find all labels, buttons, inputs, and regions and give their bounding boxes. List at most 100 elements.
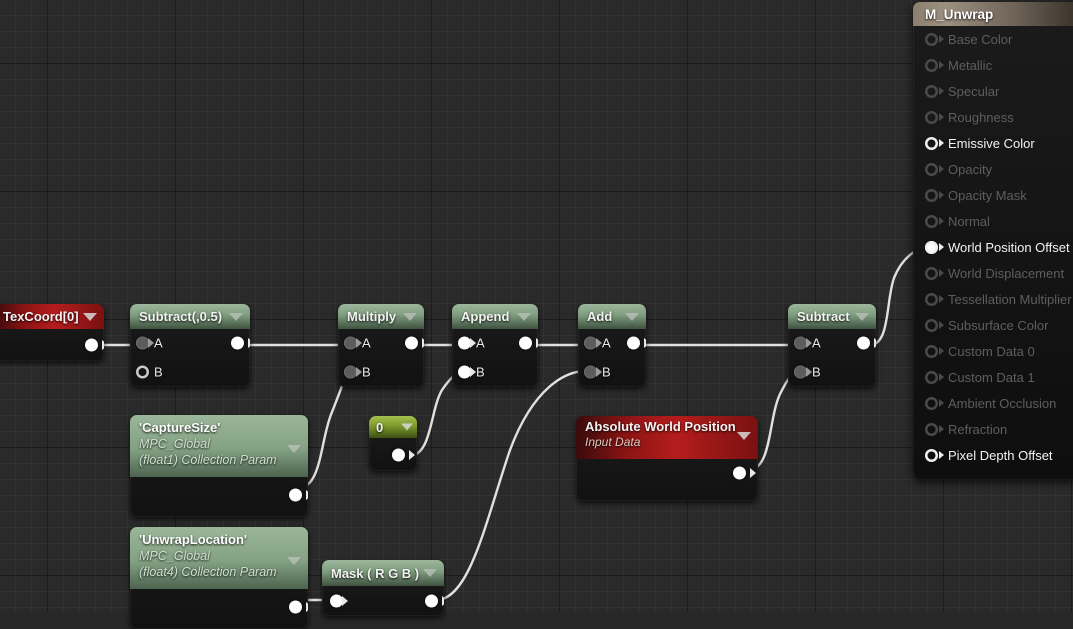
- output-pin[interactable]: [857, 336, 870, 350]
- node-constant-zero-body: [369, 438, 417, 471]
- material-output-label: Custom Data 0: [948, 343, 1035, 359]
- material-output-pin[interactable]: [925, 111, 938, 124]
- output-arrow-icon: [306, 602, 308, 612]
- material-output-label: Custom Data 1: [948, 369, 1035, 385]
- node-absolute-world-position[interactable]: Absolute World Position Input Data: [576, 416, 758, 501]
- output-arrow-icon: [874, 338, 876, 348]
- chevron-down-icon[interactable]: [625, 312, 639, 321]
- node-subtract-body: A B: [788, 329, 876, 387]
- material-output-row[interactable]: Metallic: [913, 52, 1073, 78]
- material-output-pin[interactable]: [925, 240, 938, 254]
- node-subtract-half[interactable]: Subtract(,0.5) A B: [130, 304, 250, 387]
- material-output-pin[interactable]: [925, 423, 938, 436]
- node-multiply-header[interactable]: Multiply: [338, 304, 424, 329]
- material-output-row[interactable]: Emissive Color: [913, 130, 1073, 156]
- chevron-down-icon[interactable]: [229, 312, 243, 321]
- material-output-row[interactable]: Tessellation Multiplier: [913, 286, 1073, 312]
- material-output-pin[interactable]: [925, 85, 938, 98]
- input-arrow-icon: [342, 596, 348, 606]
- node-append[interactable]: Append A B: [452, 304, 538, 387]
- node-add[interactable]: Add A B: [578, 304, 646, 387]
- material-output-row[interactable]: World Position Offset: [913, 234, 1073, 260]
- material-output-label: World Displacement: [948, 265, 1065, 281]
- node-texcoord[interactable]: TexCoord[0]: [0, 304, 104, 361]
- node-constant-zero-title: 0: [376, 419, 384, 435]
- material-output-pin[interactable]: [925, 189, 938, 202]
- node-subtract[interactable]: Subtract A B: [788, 304, 876, 387]
- node-capture-size[interactable]: 'CaptureSize' MPC_Global (float1) Collec…: [130, 415, 308, 517]
- material-output-row[interactable]: Normal: [913, 208, 1073, 234]
- chevron-down-icon[interactable]: [83, 312, 97, 321]
- material-output-pin[interactable]: [925, 33, 938, 46]
- node-texcoord-header[interactable]: TexCoord[0]: [0, 304, 104, 329]
- chevron-down-icon[interactable]: [855, 312, 869, 321]
- chevron-down-icon[interactable]: [423, 569, 437, 577]
- material-output-pin[interactable]: [925, 397, 938, 410]
- output-pin[interactable]: [405, 336, 418, 350]
- material-output-pin[interactable]: [925, 267, 938, 280]
- output-pin[interactable]: [289, 488, 302, 502]
- pin-arrow-icon: [939, 61, 944, 69]
- node-multiply[interactable]: Multiply A B: [338, 304, 424, 387]
- chevron-down-icon[interactable]: [287, 557, 301, 565]
- output-pin[interactable]: [519, 336, 532, 350]
- chevron-down-icon[interactable]: [737, 432, 751, 440]
- output-pin[interactable]: [392, 448, 405, 461]
- input-label-b: B: [812, 364, 821, 380]
- pin-arrow-icon: [939, 373, 944, 381]
- node-texcoord-body: [0, 329, 104, 361]
- material-output-row[interactable]: Opacity Mask: [913, 182, 1073, 208]
- node-append-header[interactable]: Append: [452, 304, 538, 329]
- node-constant-zero-header[interactable]: 0: [369, 416, 417, 438]
- material-output-pin[interactable]: [925, 215, 938, 228]
- material-output-row[interactable]: Subsurface Color: [913, 312, 1073, 338]
- material-output-node[interactable]: M_Unwrap Base Color Metallic Specular Rough…: [913, 2, 1073, 480]
- node-unwrap-location-name: 'UnwrapLocation': [139, 532, 248, 547]
- output-pin[interactable]: [425, 594, 438, 608]
- material-output-pin[interactable]: [925, 319, 938, 332]
- pin-arrow-icon: [939, 217, 944, 225]
- material-output-row[interactable]: Opacity: [913, 156, 1073, 182]
- chevron-down-icon[interactable]: [401, 423, 413, 431]
- node-add-header[interactable]: Add: [578, 304, 646, 329]
- material-output-row[interactable]: Custom Data 0: [913, 338, 1073, 364]
- material-output-row[interactable]: Roughness: [913, 104, 1073, 130]
- node-subtract-half-header[interactable]: Subtract(,0.5): [130, 304, 250, 329]
- node-mask-rgb-header[interactable]: Mask ( R G B ): [322, 560, 444, 586]
- node-unwrap-location[interactable]: 'UnwrapLocation' MPC_Global (float4) Col…: [130, 527, 308, 629]
- node-subtract-header[interactable]: Subtract: [788, 304, 876, 329]
- chevron-down-icon[interactable]: [287, 445, 301, 453]
- material-output-pin[interactable]: [925, 293, 938, 306]
- node-absolute-world-position-header[interactable]: Absolute World Position Input Data: [576, 416, 758, 459]
- output-pin[interactable]: [733, 466, 746, 480]
- chevron-down-icon[interactable]: [403, 312, 417, 321]
- input-pin-b[interactable]: [136, 366, 149, 379]
- node-row: B: [578, 357, 646, 387]
- material-output-row[interactable]: World Displacement: [913, 260, 1073, 286]
- material-output-pin[interactable]: [925, 345, 938, 358]
- material-output-label: Metallic: [948, 57, 993, 73]
- node-subtract-title: Subtract: [797, 309, 850, 324]
- node-mask-rgb[interactable]: Mask ( R G B ): [322, 560, 444, 616]
- material-output-row[interactable]: Base Color: [913, 26, 1073, 52]
- chevron-down-icon[interactable]: [517, 312, 531, 321]
- output-pin[interactable]: [231, 336, 244, 350]
- node-capture-size-header[interactable]: 'CaptureSize' MPC_Global (float1) Collec…: [130, 415, 308, 477]
- material-output-row[interactable]: Refraction: [913, 416, 1073, 442]
- material-output-pin[interactable]: [925, 449, 938, 462]
- material-output-pin[interactable]: [925, 163, 938, 176]
- node-unwrap-location-header[interactable]: 'UnwrapLocation' MPC_Global (float4) Col…: [130, 527, 308, 589]
- pin-arrow-icon: [939, 321, 944, 329]
- node-add-body: A B: [578, 329, 646, 387]
- material-output-row[interactable]: Specular: [913, 78, 1073, 104]
- material-output-pin[interactable]: [925, 137, 938, 150]
- output-pin[interactable]: [85, 338, 98, 352]
- material-output-row[interactable]: Ambient Occlusion: [913, 390, 1073, 416]
- material-output-pin[interactable]: [925, 371, 938, 384]
- material-output-row[interactable]: Pixel Depth Offset: [913, 442, 1073, 468]
- material-output-row[interactable]: Custom Data 1: [913, 364, 1073, 390]
- input-label-b: B: [476, 364, 485, 380]
- node-constant-zero[interactable]: 0: [369, 416, 417, 471]
- material-output-pin[interactable]: [925, 59, 938, 72]
- output-pin[interactable]: [627, 336, 640, 350]
